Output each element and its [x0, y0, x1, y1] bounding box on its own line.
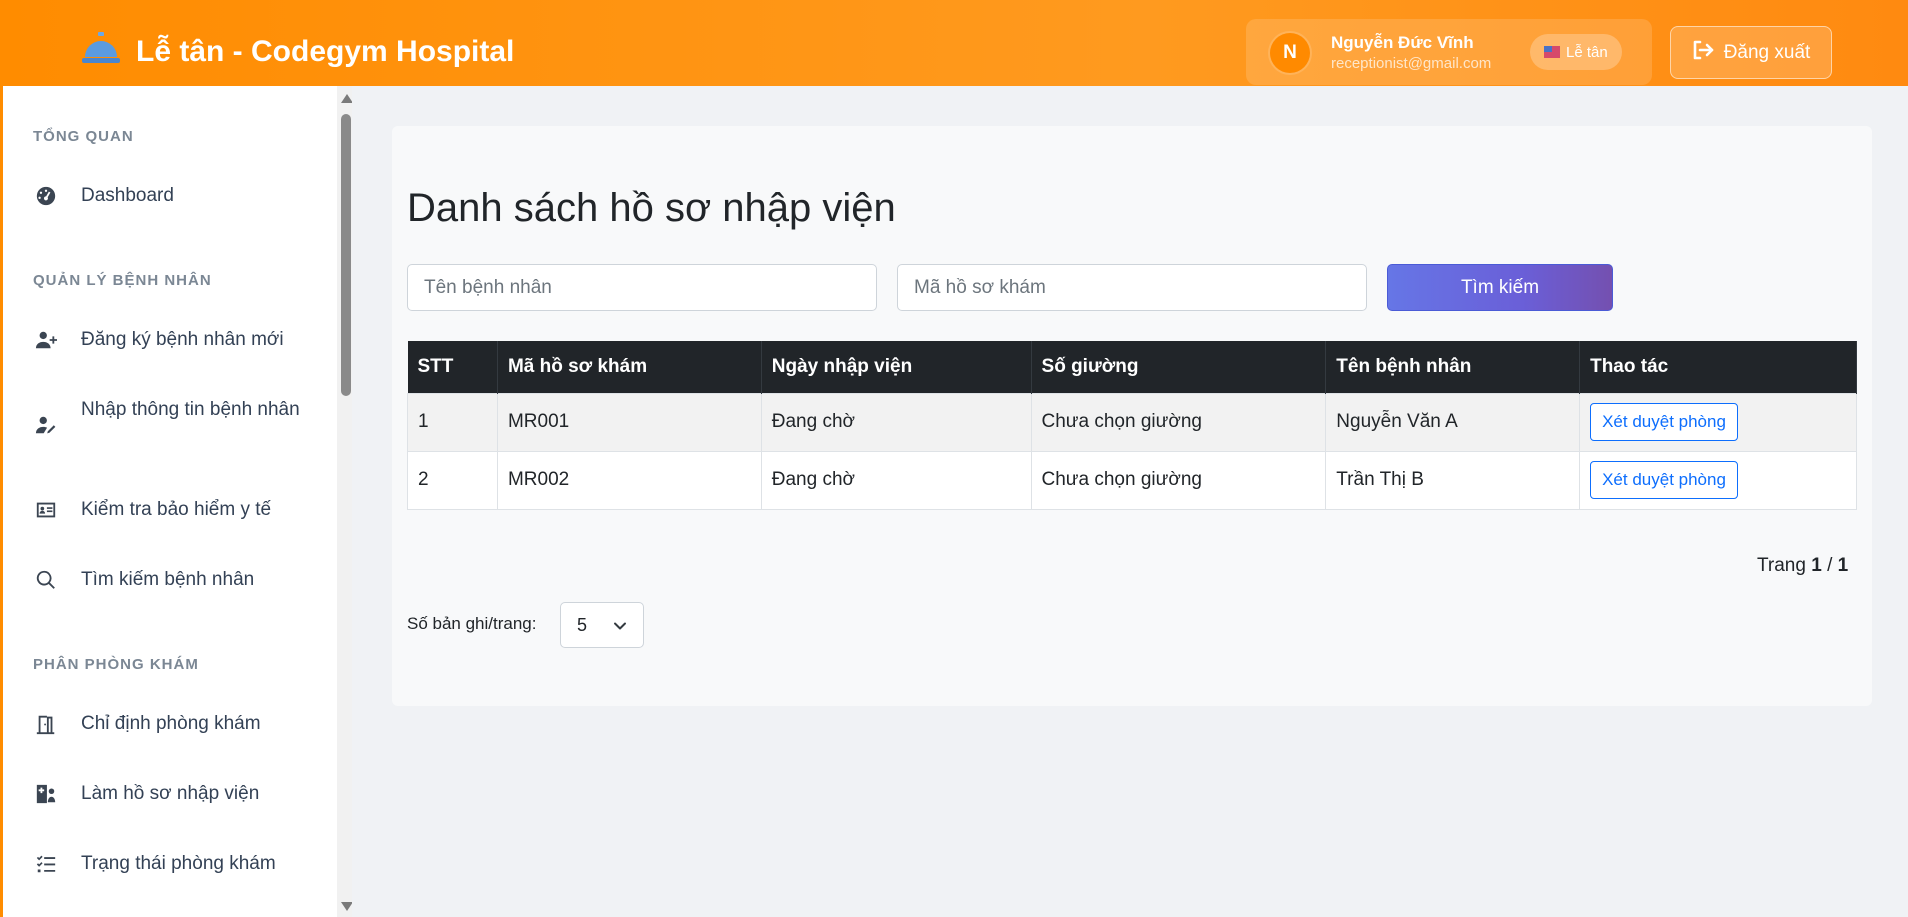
scroll-up-arrow-icon[interactable] [341, 94, 352, 103]
user-edit-icon [33, 395, 59, 455]
pagination-separator: / [1827, 555, 1833, 576]
brand: Lễ tân - Codegym Hospital [80, 30, 514, 74]
sidebar-item-label: Nhập thông tin bệnh nhân [81, 399, 300, 420]
search-button[interactable]: Tìm kiếm [1387, 264, 1613, 311]
sidebar-item-label: Làm hồ sơ nhập viện [81, 783, 260, 804]
user-profile: N Nguyễn Đức Vĩnh receptionist@gmail.com… [1246, 19, 1652, 85]
section-label-patient-management: QUẢN LÝ BỆNH NHÂN [33, 272, 212, 289]
pagination-prefix: Trang [1757, 555, 1806, 576]
sidebar-item-admission-record[interactable]: Làm hồ sơ nhập viện [33, 779, 323, 809]
sidebar-item-label: Kiểm tra bảo hiểm y tế [81, 499, 272, 520]
per-page-select[interactable]: 5 [560, 602, 644, 648]
sidebar-item-label: Tìm kiếm bệnh nhân [81, 569, 255, 590]
cell-stt: 2 [407, 450, 498, 510]
cell-patient-name: Nguyễn Văn A [1325, 392, 1581, 452]
per-page-label: Số bản ghi/trang: [407, 614, 537, 633]
cell-bed: Chưa chọn giường [1030, 450, 1327, 510]
sidebar-menu: TỔNG QUAN Dashboard QUẢN LÝ BỆNH NHÂN Đă… [3, 86, 335, 917]
avatar: N [1268, 31, 1312, 75]
role-label: Lễ tân [1566, 43, 1608, 61]
logout-button[interactable]: Đăng xuất [1670, 26, 1832, 79]
chevron-down-icon [614, 622, 626, 630]
search-icon [33, 565, 59, 595]
total-pages: 1 [1837, 555, 1849, 576]
logout-icon [1692, 40, 1714, 66]
column-header: Mã hồ sơ khám [497, 341, 762, 393]
approve-room-button[interactable]: Xét duyệt phòng [1590, 461, 1738, 499]
id-card-icon [33, 495, 59, 525]
scroll-thumb[interactable] [341, 114, 351, 396]
sidebar-item-search-patient[interactable]: Tìm kiếm bệnh nhân [33, 565, 323, 595]
user-email: receptionist@gmail.com [1331, 55, 1492, 72]
sidebar-item-check-insurance[interactable]: Kiểm tra bảo hiểm y tế [33, 495, 323, 525]
sidebar-item-label: Dashboard [81, 185, 174, 206]
app-title: Lễ tân - Codegym Hospital [136, 35, 515, 68]
flag-icon [1544, 46, 1560, 58]
sidebar-item-label: Đăng ký bệnh nhân mới [81, 329, 284, 350]
cell-admit-date: Đang chờ [760, 450, 1032, 510]
logout-label: Đăng xuất [1723, 41, 1811, 63]
section-label-overview: TỔNG QUAN [33, 128, 134, 145]
cell-patient-name: Trần Thị B [1325, 450, 1581, 510]
sidebar-item-dashboard[interactable]: Dashboard [33, 181, 323, 211]
sidebar: TỔNG QUAN Dashboard QUẢN LÝ BỆNH NHÂN Đă… [0, 86, 352, 917]
column-header: Ngày nhập viện [761, 341, 1032, 393]
cell-stt: 1 [407, 392, 498, 452]
cell-action: Xét duyệt phòng [1579, 392, 1857, 452]
table-row: 1 MR001 Đang chờ Chưa chọn giường Nguyễn… [407, 392, 1857, 452]
list-check-icon [33, 849, 59, 879]
approve-room-button[interactable]: Xét duyệt phòng [1590, 403, 1738, 441]
column-header: STT [407, 341, 498, 393]
cell-record-code: MR002 [496, 450, 762, 510]
table-row: 2 MR002 Đang chờ Chưa chọn giường Trần T… [407, 450, 1857, 510]
cell-action: Xét duyệt phòng [1579, 450, 1857, 510]
cell-bed: Chưa chọn giường [1030, 392, 1327, 452]
scroll-down-arrow-icon[interactable] [341, 902, 352, 911]
pagination-info: Trang 1 / 1 [1757, 555, 1848, 577]
door-icon [33, 709, 59, 739]
patient-name-input[interactable] [407, 264, 877, 311]
sidebar-item-assign-clinic[interactable]: Chỉ định phòng khám [33, 709, 323, 739]
section-label-room-allocation: PHÂN PHÒNG KHÁM [33, 656, 199, 673]
cell-admit-date: Đang chờ [760, 392, 1032, 452]
role-badge: Lễ tân [1530, 34, 1622, 70]
table-header-row: STT Mã hồ sơ khám Ngày nhập viện Số giườ… [407, 341, 1857, 393]
record-code-input[interactable] [897, 264, 1367, 311]
sidebar-scrollbar[interactable] [337, 86, 352, 917]
sidebar-item-register-patient[interactable]: Đăng ký bệnh nhân mới [33, 325, 323, 355]
sidebar-item-clinic-status[interactable]: Trạng thái phòng khám [33, 849, 323, 879]
column-header: Số giường [1031, 341, 1327, 393]
concierge-bell-icon [80, 30, 122, 74]
column-header: Thao tác [1579, 341, 1857, 393]
top-header: Lễ tân - Codegym Hospital N Nguyễn Đức V… [0, 0, 1908, 86]
user-plus-icon [33, 325, 59, 355]
sidebar-item-label: Chỉ định phòng khám [81, 713, 261, 734]
admission-table: STT Mã hồ sơ khám Ngày nhập viện Số giườ… [407, 341, 1857, 510]
dashboard-gauge-icon [33, 181, 59, 211]
per-page-value: 5 [577, 614, 588, 635]
sidebar-item-enter-patient-info[interactable]: Nhập thông tin bệnh nhân [33, 395, 323, 455]
cell-record-code: MR001 [496, 392, 762, 452]
hospital-user-icon [33, 779, 59, 809]
sidebar-item-label: Trạng thái phòng khám [81, 853, 276, 874]
page-title: Danh sách hồ sơ nhập viện [407, 186, 896, 230]
column-header: Tên bệnh nhân [1325, 341, 1581, 393]
current-page: 1 [1811, 555, 1822, 576]
user-name: Nguyễn Đức Vĩnh [1331, 33, 1474, 52]
